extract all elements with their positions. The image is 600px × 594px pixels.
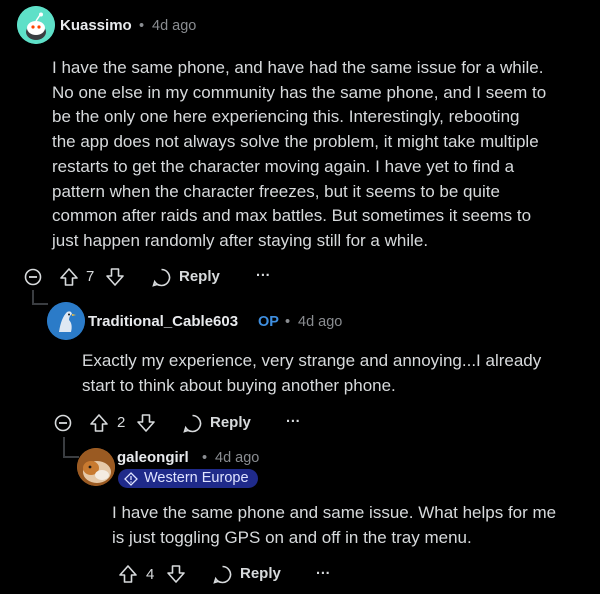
vote-count: 4	[146, 566, 155, 583]
upvote-button[interactable]	[88, 412, 110, 434]
thread-line	[63, 437, 65, 457]
reply-button[interactable]: Reply	[212, 563, 282, 585]
comment-body: I have the same phone, and have had the …	[52, 58, 547, 250]
reply-button[interactable]: Reply	[182, 412, 252, 434]
flair-label: Western Europe	[144, 470, 249, 486]
comment-age: 4d ago	[152, 18, 197, 34]
info-flair-icon	[124, 471, 138, 486]
op-badge: OP	[258, 314, 279, 330]
collapse-button[interactable]	[24, 268, 42, 286]
downvote-button[interactable]	[104, 266, 126, 288]
separator-dot: •	[285, 314, 291, 330]
reply-label: Reply	[240, 565, 281, 582]
downvote-arrow-icon	[106, 268, 124, 286]
reply-bubble-icon	[183, 414, 202, 433]
collapse-minus-icon	[24, 268, 42, 286]
downvote-arrow-icon	[167, 565, 185, 583]
separator-dot: •	[139, 18, 145, 34]
more-options-button[interactable]: ···	[256, 268, 271, 284]
separator-dot: •	[202, 450, 208, 466]
more-options-button[interactable]: ···	[316, 566, 331, 582]
downvote-button[interactable]	[165, 563, 187, 585]
reply-bubble-icon	[152, 268, 171, 287]
vote-count: 7	[86, 268, 95, 285]
thread-line	[32, 290, 34, 304]
reply-label: Reply	[179, 268, 220, 285]
avatar[interactable]	[17, 6, 55, 44]
user-flair: Western Europe	[118, 469, 258, 488]
reply-bubble-icon	[213, 565, 232, 584]
snoo-avatar-icon	[17, 6, 55, 44]
collapse-minus-icon	[54, 414, 72, 432]
upvote-arrow-icon	[90, 414, 108, 432]
avatar[interactable]	[77, 448, 115, 486]
thread-line	[63, 456, 79, 458]
comment-username[interactable]: Traditional_Cable603	[88, 313, 238, 330]
collapse-button[interactable]	[54, 414, 72, 432]
thread-line	[32, 303, 48, 305]
comment-username[interactable]: Kuassimo	[60, 17, 132, 34]
downvote-button[interactable]	[135, 412, 157, 434]
guinea-pig-avatar-icon	[77, 448, 115, 486]
comment-username[interactable]: galeongirl	[117, 449, 189, 466]
comment-age: 4d ago	[215, 450, 260, 466]
avatar[interactable]	[47, 302, 85, 340]
upvote-arrow-icon	[60, 268, 78, 286]
more-options-button[interactable]: ···	[286, 414, 301, 430]
bird-avatar-icon	[47, 302, 85, 340]
reply-button[interactable]: Reply	[151, 266, 221, 288]
upvote-button[interactable]	[117, 563, 139, 585]
reply-label: Reply	[210, 414, 251, 431]
downvote-arrow-icon	[137, 414, 155, 432]
comment-body: I have the same phone and same issue. Wh…	[112, 503, 557, 547]
upvote-button[interactable]	[58, 266, 80, 288]
comment-age: 4d ago	[298, 314, 343, 330]
comment-body: Exactly my experience, very strange and …	[82, 351, 542, 395]
upvote-arrow-icon	[119, 565, 137, 583]
vote-count: 2	[117, 414, 126, 431]
